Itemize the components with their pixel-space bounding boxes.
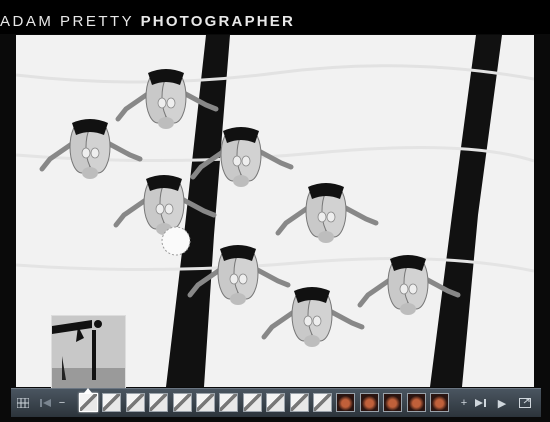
site-title[interactable]: ADAM PRETTY PHOTOGRAPHER (0, 14, 295, 30)
preview-image (52, 316, 125, 388)
thumbnail-item[interactable] (243, 393, 262, 412)
selected-marker (84, 388, 92, 393)
thumbnail-image (174, 394, 191, 411)
thumbnail-item[interactable] (126, 393, 145, 412)
thumbnail-image (314, 394, 331, 411)
grid-icon[interactable] (16, 394, 30, 412)
thumbnail-image (361, 394, 378, 411)
thumbnail-image (127, 394, 144, 411)
thumbnail-item[interactable] (79, 388, 98, 412)
thumbnail-item[interactable] (149, 393, 168, 412)
thumbnail-item[interactable] (430, 393, 449, 412)
site-header: ADAM PRETTY PHOTOGRAPHER (0, 0, 550, 34)
thumbnail-image (384, 394, 401, 411)
plus-icon[interactable]: + (459, 394, 469, 412)
thumbnail-item[interactable] (407, 393, 426, 412)
thumbnail-image (197, 394, 214, 411)
thumbnail-image (80, 394, 97, 411)
thumbnail-item[interactable] (383, 393, 402, 412)
minus-icon[interactable]: − (56, 394, 68, 412)
gallery-toolbar: − + ▶ (11, 388, 541, 417)
thumbnail-item[interactable] (313, 393, 332, 412)
thumbnail-image (337, 394, 354, 411)
thumbnail-item[interactable] (360, 393, 379, 412)
thumbnail-item[interactable] (173, 393, 192, 412)
site-title-role: PHOTOGRAPHER (140, 13, 296, 30)
thumbnail-item[interactable] (266, 393, 285, 412)
site-title-name: ADAM PRETTY (0, 13, 134, 30)
thumbnail-image (431, 394, 448, 411)
thumbnail-image (103, 394, 120, 411)
skip-forward-icon[interactable] (473, 394, 487, 412)
thumbnail-preview (51, 315, 126, 389)
thumbnail-item[interactable] (219, 393, 238, 412)
thumbnail-item[interactable] (290, 393, 309, 412)
thumbnail-image (150, 394, 167, 411)
thumbnail-image (267, 394, 284, 411)
thumbnail-item[interactable] (336, 393, 355, 412)
thumbnail-item[interactable] (196, 393, 215, 412)
play-icon[interactable]: ▶ (496, 394, 508, 412)
thumbnail-item[interactable] (102, 393, 121, 412)
skip-back-icon[interactable] (39, 394, 53, 412)
thumbnail-image (220, 394, 237, 411)
thumbnail-image (244, 394, 261, 411)
thumbnail-image (291, 394, 308, 411)
thumbnail-image (408, 394, 425, 411)
fullscreen-icon[interactable] (518, 394, 532, 412)
